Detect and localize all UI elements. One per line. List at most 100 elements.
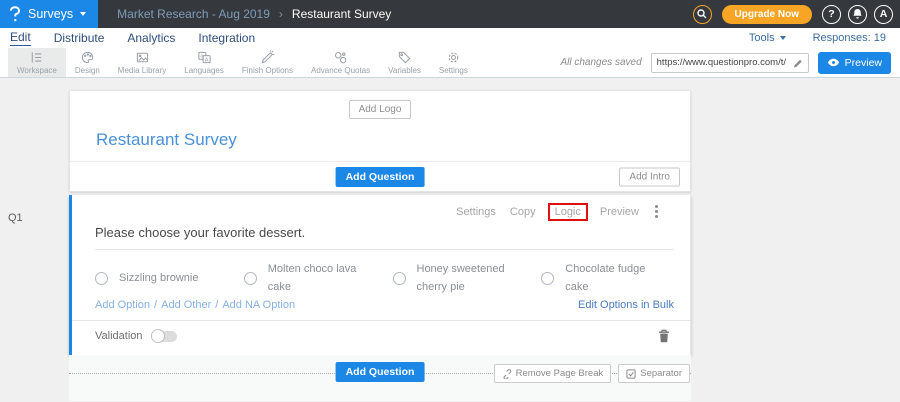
tools-label: Tools <box>749 32 775 44</box>
page-break-controls: Remove Page Break Separator <box>494 364 690 383</box>
pencil-icon <box>793 58 803 68</box>
edit-options-in-bulk-link[interactable]: Edit Options in Bulk <box>578 299 674 311</box>
answer-option: Honey sweetened cherry pie <box>393 261 542 296</box>
avatar[interactable]: A <box>874 5 893 24</box>
settings-icon <box>446 50 461 65</box>
survey-title[interactable]: Restaurant Survey <box>96 130 690 150</box>
toolbar-item-finish-options[interactable]: Finish Options <box>233 48 302 77</box>
toolbar-item-media-library[interactable]: Media Library <box>109 48 175 77</box>
toolbar-item-languages[interactable]: Aa Languages <box>175 48 233 77</box>
toolbar-item-design[interactable]: Design <box>66 48 109 77</box>
radio-button[interactable] <box>393 272 406 285</box>
svg-text:a: a <box>200 54 203 60</box>
responses-count[interactable]: Responses: 19 <box>813 32 886 44</box>
checkbox-checked-icon <box>626 369 636 379</box>
nav-tab-edit[interactable]: Edit <box>10 30 31 46</box>
notifications-button[interactable] <box>848 5 867 24</box>
option-label[interactable]: Molten choco lava cake <box>268 261 369 296</box>
design-icon <box>80 50 95 65</box>
upgrade-now-button[interactable]: Upgrade Now <box>722 5 812 24</box>
svg-text:A: A <box>204 57 208 63</box>
page-break-area: Add Question Remove Page Break Separator <box>69 355 691 401</box>
edit-url-button[interactable] <box>788 58 808 68</box>
preview-button[interactable]: Preview <box>818 52 891 74</box>
add-option-link[interactable]: Add Option <box>95 299 150 311</box>
link-separator: / <box>154 299 157 311</box>
breadcrumb-folder[interactable]: Market Research - Aug 2019 <box>117 7 270 21</box>
chevron-down-icon <box>780 36 786 40</box>
toolbar-item-settings[interactable]: Settings <box>430 48 477 77</box>
question-preview-link[interactable]: Preview <box>600 206 639 218</box>
workspace-icon <box>29 50 44 65</box>
answer-option: Chocolate fudge cake <box>541 261 690 296</box>
finish-options-icon <box>260 50 275 65</box>
tools-dropdown[interactable]: Tools <box>749 32 786 44</box>
advance-quotas-icon <box>333 50 348 65</box>
languages-icon: Aa <box>197 50 212 65</box>
add-question-button[interactable]: Add Question <box>336 167 425 187</box>
toolbar-item-variables[interactable]: Variables <box>379 48 430 77</box>
answer-option: Sizzling brownie <box>95 261 244 296</box>
question-card: Settings Copy Logic Preview Please choos… <box>69 195 691 355</box>
help-button[interactable]: ? <box>822 5 841 24</box>
radio-button[interactable] <box>541 272 554 285</box>
add-na-option-link[interactable]: Add NA Option <box>222 299 295 311</box>
product-menu-label: Surveys <box>28 7 73 21</box>
question-more-menu[interactable] <box>653 204 660 219</box>
survey-toolbar: Workspace Design Media Library Aa Langua… <box>0 48 900 78</box>
separator-toggle-button[interactable]: Separator <box>618 364 690 383</box>
nav-tab-integration[interactable]: Integration <box>198 31 255 45</box>
nav-tab-distribute[interactable]: Distribute <box>54 31 105 45</box>
chevron-down-icon <box>80 12 86 16</box>
question-copy-link[interactable]: Copy <box>510 206 536 218</box>
add-question-row: Add Question Add Intro <box>70 162 690 191</box>
search-button[interactable] <box>693 5 712 24</box>
answer-option: Molten choco lava cake <box>244 261 393 296</box>
top-bar: Surveys Market Research - Aug 2019 › Res… <box>0 0 900 28</box>
remove-page-break-button[interactable]: Remove Page Break <box>494 364 612 383</box>
question-actions: Settings Copy Logic Preview <box>72 195 690 219</box>
question-footer: Validation <box>72 320 690 355</box>
add-logo-button[interactable]: Add Logo <box>349 100 412 119</box>
product-menu[interactable]: Surveys <box>0 0 98 28</box>
add-intro-button[interactable]: Add Intro <box>619 167 680 186</box>
eye-icon <box>827 58 840 67</box>
bell-icon <box>852 8 863 20</box>
topbar-actions: Upgrade Now ? A <box>693 5 900 24</box>
editor-canvas: Q1 Add Logo Restaurant Survey Add Questi… <box>0 78 900 402</box>
add-question-button-bottom[interactable]: Add Question <box>336 362 425 382</box>
answer-options-row: Sizzling brownie Molten choco lava cake … <box>95 261 690 296</box>
survey-url-box <box>651 53 809 73</box>
media-library-icon <box>135 50 150 65</box>
question-logic-link-highlighted[interactable]: Logic <box>548 203 588 221</box>
toolbar-item-advance-quotas[interactable]: Advance Quotas <box>302 48 379 77</box>
delete-question-button[interactable] <box>658 329 670 343</box>
option-label[interactable]: Honey sweetened cherry pie <box>417 261 518 296</box>
question-number: Q1 <box>8 212 23 224</box>
radio-button[interactable] <box>244 272 257 285</box>
question-text[interactable]: Please choose your favorite dessert. <box>95 225 674 250</box>
preview-label: Preview <box>845 57 882 69</box>
search-icon <box>697 9 707 19</box>
trash-icon <box>658 329 670 343</box>
main-nav: Edit Distribute Analytics Integration To… <box>0 28 900 48</box>
survey-header-card: Add Logo Restaurant Survey Add Question … <box>69 90 691 192</box>
add-other-link[interactable]: Add Other <box>161 299 211 311</box>
radio-button[interactable] <box>95 272 108 285</box>
toolbar-right: All changes saved Preview <box>560 52 900 74</box>
breadcrumb-separator: › <box>279 7 283 21</box>
add-logo-row: Add Logo <box>70 91 690 119</box>
toggle-knob <box>151 329 165 343</box>
validation-label: Validation <box>95 330 143 342</box>
survey-url-input[interactable] <box>652 57 788 68</box>
validation-toggle[interactable] <box>151 331 177 342</box>
toolbar-item-workspace[interactable]: Workspace <box>8 48 66 77</box>
question-settings-link[interactable]: Settings <box>456 206 496 218</box>
breadcrumb: Market Research - Aug 2019 › Restaurant … <box>117 7 391 21</box>
nav-right: Tools Responses: 19 <box>749 32 886 44</box>
option-label[interactable]: Chocolate fudge cake <box>565 261 666 296</box>
save-status: All changes saved <box>560 57 641 68</box>
nav-tab-analytics[interactable]: Analytics <box>127 31 175 45</box>
option-label[interactable]: Sizzling brownie <box>119 270 198 288</box>
option-links-row: Add Option / Add Other / Add NA Option E… <box>95 299 674 311</box>
